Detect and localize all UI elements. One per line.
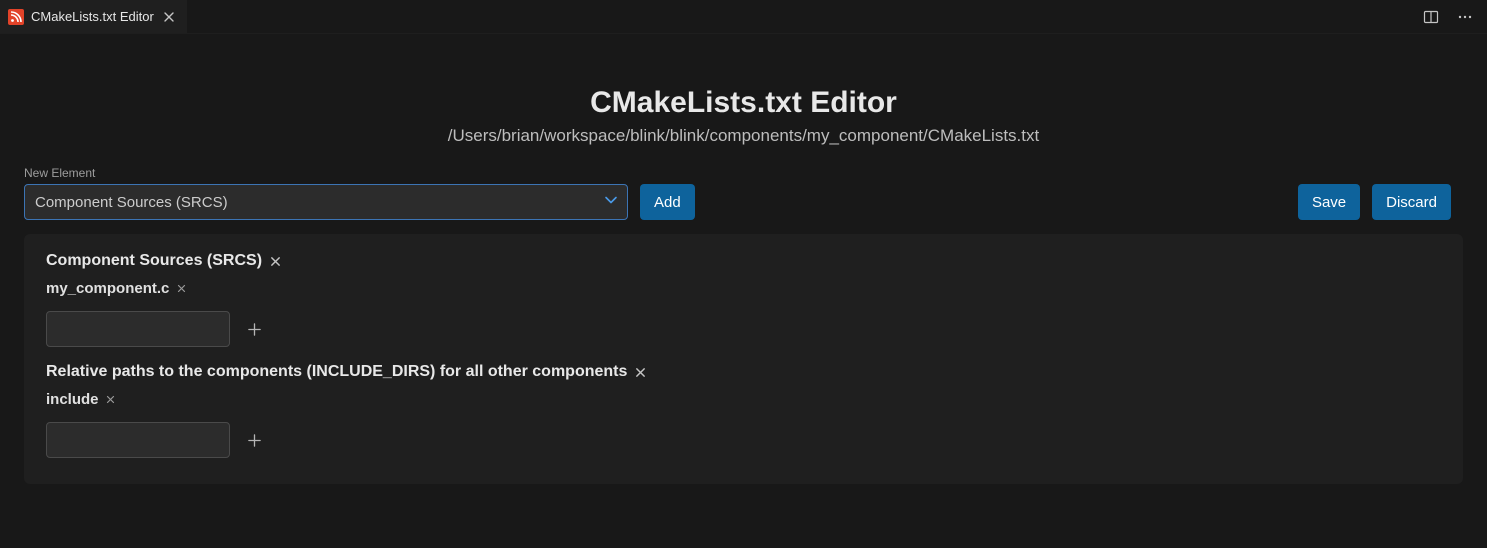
split-editor-icon[interactable]: [1421, 7, 1441, 27]
plus-icon[interactable]: [244, 430, 264, 450]
new-element-label: New Element: [24, 166, 628, 180]
editor-content: CMakeLists.txt Editor /Users/brian/works…: [0, 34, 1487, 508]
chips-row-srcs: my_component.c: [46, 280, 1441, 297]
chevron-down-icon: [603, 192, 619, 213]
add-button[interactable]: Add: [640, 184, 695, 220]
chip-item: my_component.c: [46, 280, 187, 297]
add-row-srcs: [46, 311, 1441, 347]
remove-section-icon[interactable]: [268, 254, 282, 268]
section-title-text: Relative paths to the components (INCLUD…: [46, 363, 627, 381]
file-rss-icon: [8, 9, 24, 25]
section-title-text: Component Sources (SRCS): [46, 252, 262, 270]
remove-chip-icon[interactable]: [105, 394, 117, 406]
form-card: Component Sources (SRCS) my_component.c: [24, 234, 1463, 484]
section-title-srcs: Component Sources (SRCS): [46, 252, 1441, 270]
save-button[interactable]: Save: [1298, 184, 1360, 220]
remove-chip-icon[interactable]: [175, 283, 187, 295]
new-src-input[interactable]: [46, 311, 230, 347]
toolbar-right: Save Discard: [1298, 184, 1463, 220]
new-element-selected-text: Component Sources (SRCS): [35, 194, 228, 211]
close-icon[interactable]: [161, 9, 177, 25]
more-actions-icon[interactable]: [1455, 7, 1475, 27]
new-element-group: New Element Component Sources (SRCS): [24, 166, 628, 220]
chip-text: my_component.c: [46, 280, 169, 297]
new-element-select[interactable]: Component Sources (SRCS): [24, 184, 628, 220]
remove-section-icon[interactable]: [633, 365, 647, 379]
tab-bar: CMakeLists.txt Editor: [0, 0, 1487, 34]
tab-title: CMakeLists.txt Editor: [31, 9, 154, 24]
tabbar-actions: [1421, 0, 1487, 34]
chip-item: include: [46, 391, 117, 408]
new-include-input[interactable]: [46, 422, 230, 458]
page-title: CMakeLists.txt Editor: [24, 86, 1463, 120]
add-row-include: [46, 422, 1441, 458]
toolbar-row: New Element Component Sources (SRCS) Add…: [24, 166, 1463, 220]
tab-cmakelists-editor[interactable]: CMakeLists.txt Editor: [0, 0, 188, 33]
plus-icon[interactable]: [244, 319, 264, 339]
page-subtitle: /Users/brian/workspace/blink/blink/compo…: [24, 126, 1463, 146]
section-title-include-dirs: Relative paths to the components (INCLUD…: [46, 363, 1441, 381]
discard-button[interactable]: Discard: [1372, 184, 1451, 220]
chips-row-include: include: [46, 391, 1441, 408]
chip-text: include: [46, 391, 99, 408]
